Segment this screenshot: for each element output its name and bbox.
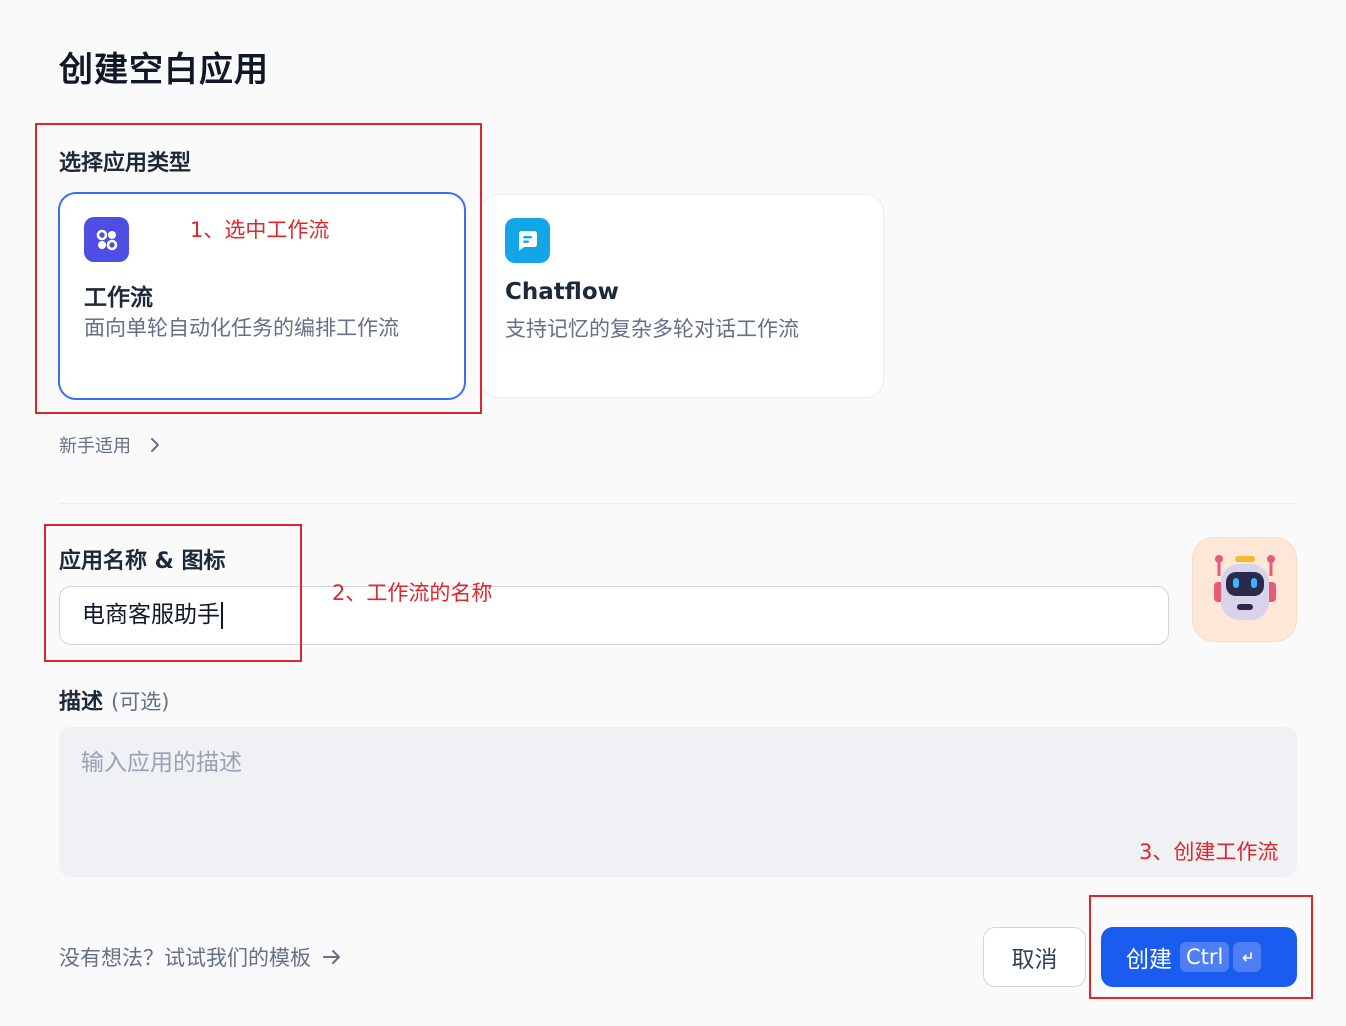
app-type-card-chatflow[interactable]: Chatflow 支持记忆的复杂多轮对话工作流 bbox=[480, 194, 884, 398]
beginner-link[interactable]: 新手适用 bbox=[59, 432, 165, 458]
chat-bubble-icon bbox=[505, 218, 550, 263]
description-label-row: 描述 (可选) bbox=[59, 684, 169, 716]
template-link[interactable]: 没有想法？试试我们的模板 bbox=[59, 942, 343, 972]
arrow-right-icon bbox=[323, 950, 340, 964]
beginner-link-label: 新手适用 bbox=[59, 436, 131, 457]
robot-avatar-icon[interactable] bbox=[1192, 537, 1297, 642]
create-button[interactable]: 创建 Ctrl bbox=[1101, 927, 1297, 987]
optional-tag: (可选) bbox=[111, 690, 170, 714]
template-link-label: 没有想法？试试我们的模板 bbox=[59, 946, 311, 970]
card-title: Chatflow bbox=[505, 279, 619, 305]
shortcut-ctrl: Ctrl bbox=[1180, 942, 1230, 972]
page-title: 创建空白应用 bbox=[59, 50, 269, 90]
create-button-label: 创建 bbox=[1126, 947, 1172, 973]
annotation-step2: 2、工作流的名称 bbox=[332, 581, 493, 605]
annotation-step1: 1、选中工作流 bbox=[190, 218, 330, 242]
divider bbox=[59, 503, 1297, 504]
description-label: 描述 bbox=[59, 690, 104, 715]
description-textarea[interactable]: 输入应用的描述 bbox=[59, 727, 1297, 877]
annotation-box-step1 bbox=[35, 123, 482, 414]
card-description: 支持记忆的复杂多轮对话工作流 bbox=[505, 317, 799, 341]
enter-key-icon bbox=[1233, 942, 1262, 972]
description-placeholder: 输入应用的描述 bbox=[81, 750, 242, 776]
cancel-button[interactable]: 取消 bbox=[983, 927, 1086, 987]
annotation-step3: 3、创建工作流 bbox=[1139, 840, 1279, 864]
annotation-box-step2 bbox=[44, 524, 302, 662]
chevron-right-icon bbox=[151, 438, 159, 452]
